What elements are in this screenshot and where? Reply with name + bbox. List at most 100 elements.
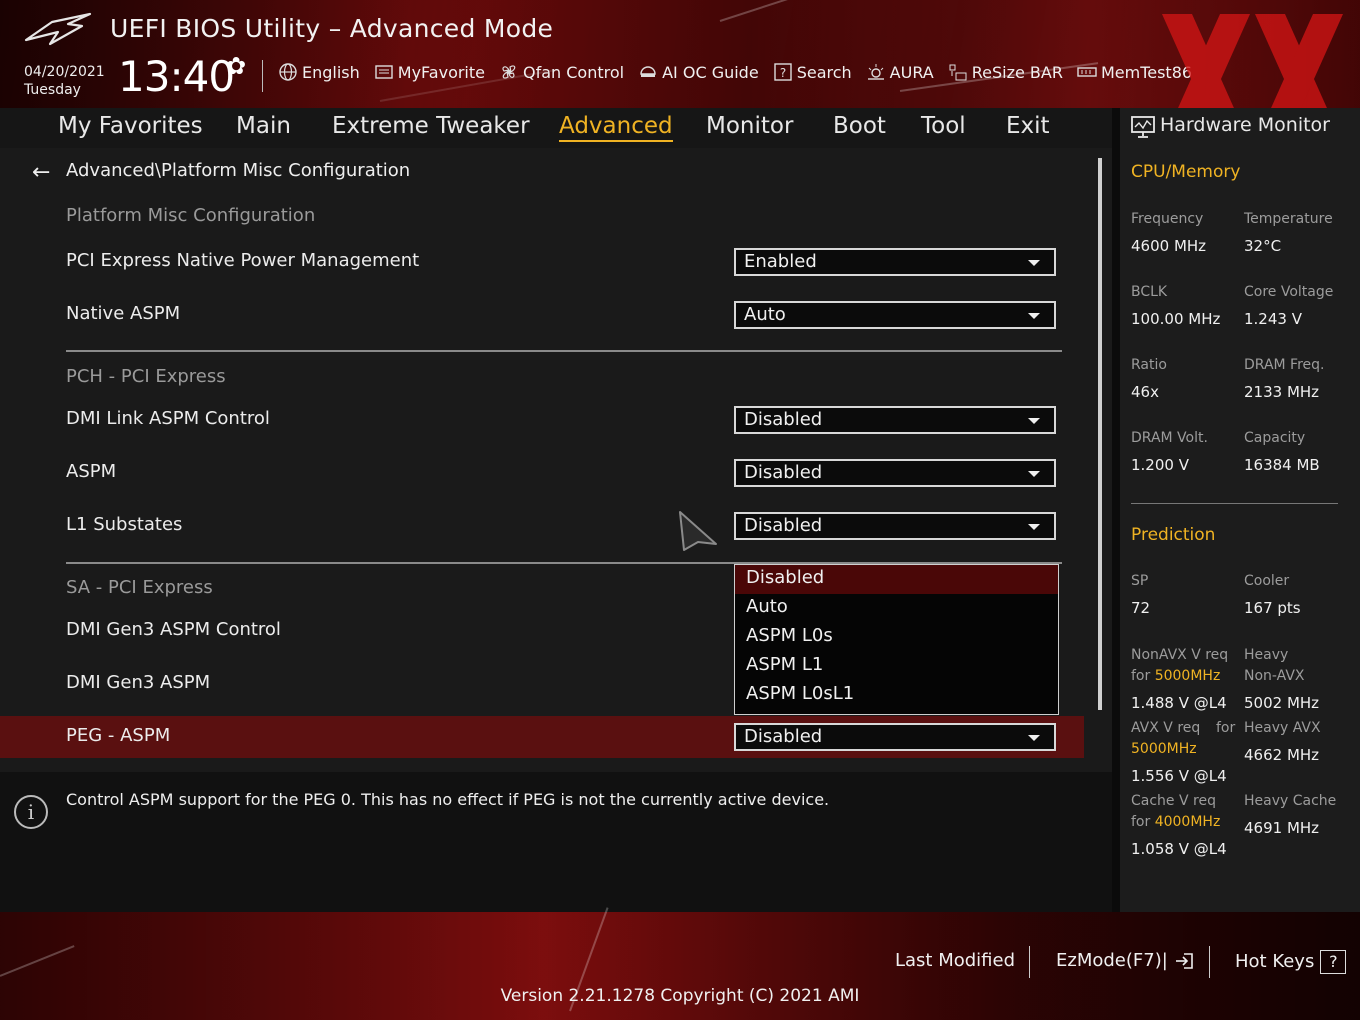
select-value: Disabled <box>744 409 823 430</box>
cache-freq: 4000MHz <box>1154 814 1221 830</box>
setting-label-pcie-native-pm: PCI Express Native Power Management <box>66 250 420 271</box>
tab-main[interactable]: Main <box>236 113 291 139</box>
ai-oc-icon <box>640 66 656 77</box>
peg-aspm-dropdown-list: Disabled Auto ASPM L0s ASPM L1 ASPM L0sL… <box>734 564 1059 715</box>
bclk-value: 100.00 MHz <box>1131 310 1221 328</box>
avx-for-text: for <box>1216 720 1236 736</box>
date-display: 04/20/2021 Tuesday <box>24 63 105 99</box>
aura-button[interactable]: AURA <box>866 62 934 82</box>
breadcrumb: Advanced\Platform Misc Configuration <box>66 160 411 181</box>
select-value: Disabled <box>744 515 823 536</box>
app-title: UEFI BIOS Utility – Advanced Mode <box>110 14 554 43</box>
qfan-control-button[interactable]: Qfan Control <box>499 62 624 82</box>
memtest-icon <box>1077 67 1097 77</box>
last-modified-button[interactable]: Last Modified <box>895 950 1015 971</box>
tab-exit[interactable]: Exit <box>1006 113 1050 139</box>
section-divider <box>66 350 1062 352</box>
heavy-nonavx-label-2: Non-AVX <box>1244 668 1305 684</box>
ratio-value: 46x <box>1131 383 1159 401</box>
capacity-value: 16384 MB <box>1244 456 1320 474</box>
back-arrow-icon[interactable]: ← <box>32 160 50 185</box>
setting-label-dmi-gen3-aspm: DMI Gen3 ASPM <box>66 672 211 693</box>
globe-icon <box>279 63 297 81</box>
toolbar-label: AURA <box>889 62 934 82</box>
dropdown-option-disabled[interactable]: Disabled <box>735 565 1058 594</box>
sp-label: SP <box>1131 573 1149 589</box>
dram-freq-label: DRAM Freq. <box>1244 357 1325 373</box>
dram-freq-value: 2133 MHz <box>1244 383 1320 401</box>
dropdown-option-aspm-l1[interactable]: ASPM L1 <box>735 652 1058 681</box>
tab-my-favorites[interactable]: My Favorites <box>58 113 203 139</box>
cpu-memory-heading: CPU/Memory <box>1131 162 1241 182</box>
tab-boot[interactable]: Boot <box>833 113 886 139</box>
toolbar: English MyFavorite Qfan Control AI OC Gu… <box>278 62 1206 82</box>
avx-vreq-value: 1.556 V @L4 <box>1131 767 1227 785</box>
temperature-label: Temperature <box>1244 211 1333 227</box>
header-separator <box>262 60 263 92</box>
hot-keys-label: Hot Keys <box>1235 951 1315 972</box>
cooler-label: Cooler <box>1244 573 1290 589</box>
section-title-sa: SA - PCI Express <box>66 577 213 598</box>
search-icon: ? <box>773 63 792 81</box>
tab-extreme-tweaker[interactable]: Extreme Tweaker <box>332 113 530 139</box>
heavy-cache-label: Heavy Cache <box>1244 793 1337 809</box>
dropdown-option-auto[interactable]: Auto <box>735 594 1058 623</box>
tab-tool[interactable]: Tool <box>921 113 966 139</box>
temperature-value: 32°C <box>1244 237 1282 255</box>
core-voltage-label: Core Voltage <box>1244 284 1334 300</box>
pcie-native-pm-select[interactable]: Enabled <box>734 248 1056 276</box>
search-button[interactable]: ? Search <box>773 62 852 82</box>
ai-oc-guide-button[interactable]: AI OC Guide <box>638 62 759 82</box>
info-icon: i <box>14 795 48 829</box>
aspm-select[interactable]: Disabled <box>734 459 1056 487</box>
help-text: Control ASPM support for the PEG 0. This… <box>66 790 830 809</box>
dropdown-option-aspm-l0s[interactable]: ASPM L0s <box>735 623 1058 652</box>
setting-label-dmi-gen3-aspm-control: DMI Gen3 ASPM Control <box>66 619 281 640</box>
resize-bar-button[interactable]: ReSize BAR <box>948 62 1063 82</box>
frequency-label: Frequency <box>1131 211 1204 227</box>
dropdown-option-aspm-l0sl1[interactable]: ASPM L0sL1 <box>735 681 1058 710</box>
dram-volt-value: 1.200 V <box>1131 456 1189 474</box>
hardware-monitor-panel <box>1120 108 1360 912</box>
nonavx-for-line: for 5000MHz <box>1131 668 1220 684</box>
capacity-label: Capacity <box>1244 430 1306 446</box>
toolbar-label: ReSize BAR <box>971 62 1063 82</box>
frequency-value: 4600 MHz <box>1131 237 1207 255</box>
heavy-nonavx-value: 5002 MHz <box>1244 694 1320 712</box>
monitor-icon <box>1131 116 1155 138</box>
heavy-cache-value: 4691 MHz <box>1244 819 1320 837</box>
day-text: Tuesday <box>24 82 81 98</box>
date-text: 04/20/2021 <box>24 64 105 80</box>
hot-keys-button[interactable]: Hot Keys? <box>1235 950 1347 974</box>
myfavorite-button[interactable]: MyFavorite <box>374 62 485 82</box>
ratio-label: Ratio <box>1131 357 1167 373</box>
dmi-link-aspm-select[interactable]: Disabled <box>734 406 1056 434</box>
ezmode-button[interactable]: EzMode(F7)| <box>1056 950 1196 971</box>
peg-aspm-select[interactable]: Disabled <box>734 723 1056 751</box>
dram-volt-label: DRAM Volt. <box>1131 430 1208 446</box>
dropdown-caret-icon <box>1028 524 1040 530</box>
mouse-cursor-icon <box>679 511 717 551</box>
setting-label-aspm: ASPM <box>66 461 117 482</box>
dropdown-caret-icon <box>1028 471 1040 477</box>
help-key-icon: ? <box>1320 950 1347 974</box>
tab-advanced[interactable]: Advanced <box>559 113 673 142</box>
dropdown-caret-icon <box>1028 418 1040 424</box>
fan-icon <box>502 65 516 79</box>
heavy-avx-value: 4662 MHz <box>1244 746 1320 764</box>
l1-substates-select[interactable]: Disabled <box>734 512 1056 540</box>
tab-monitor[interactable]: Monitor <box>706 113 793 139</box>
for-text: for <box>1131 668 1151 684</box>
version-text: Version 2.21.1278 Copyright (C) 2021 AMI <box>500 986 860 1006</box>
footer-separator <box>1029 946 1030 978</box>
prediction-heading: Prediction <box>1131 525 1216 545</box>
cache-vreq-label: Cache V req <box>1131 793 1216 809</box>
nonavx-freq: 5000MHz <box>1154 668 1221 684</box>
clock-settings-gear-icon[interactable]: ✿ <box>226 52 246 80</box>
select-value: Enabled <box>744 251 817 272</box>
toolbar-label: Search <box>796 62 852 82</box>
native-aspm-select[interactable]: Auto <box>734 301 1056 329</box>
settings-scrollbar[interactable] <box>1098 158 1102 710</box>
dropdown-caret-icon <box>1028 260 1040 266</box>
language-button[interactable]: English <box>278 62 360 82</box>
